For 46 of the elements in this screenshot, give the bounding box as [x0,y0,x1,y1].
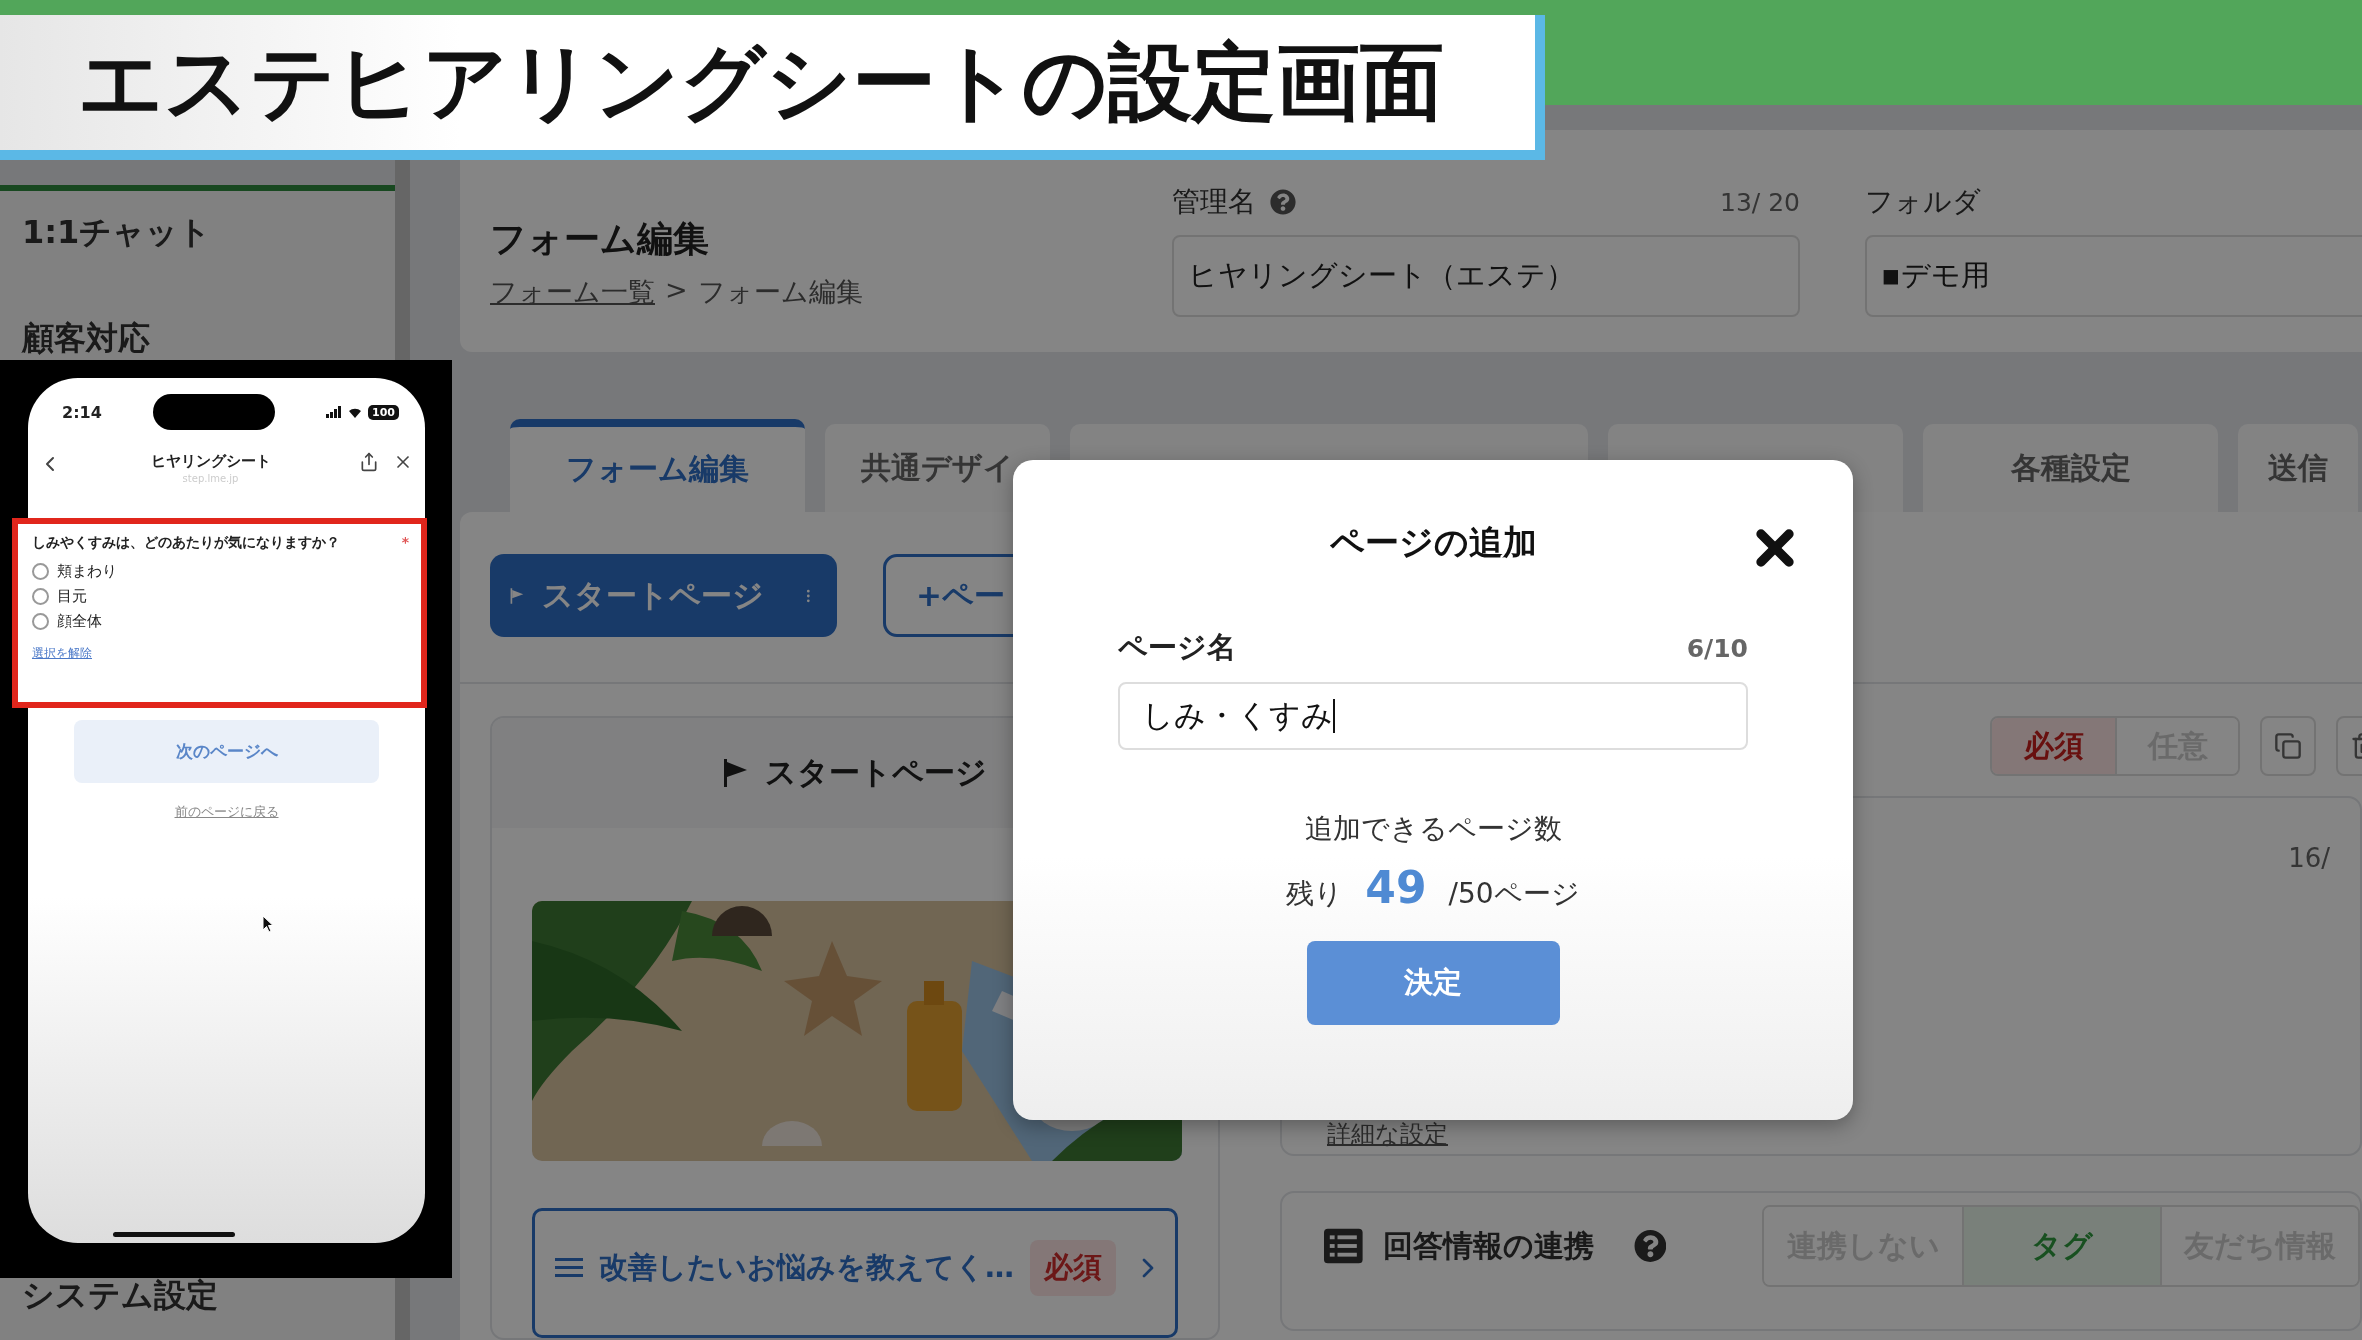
breadcrumb-current: フォーム編集 [697,275,863,309]
breadcrumb-link[interactable]: フォーム一覧 [490,274,655,310]
submit-button[interactable]: 決定 [1306,941,1560,1025]
char-counter: 16/ [2288,843,2330,873]
sidebar-item[interactable]: システム設定 [22,1274,373,1318]
page-title: フォーム編集 [490,217,710,261]
next-page-button[interactable]: 次のページへ [74,720,379,783]
input-field[interactable]: ヒヤリングシート（エステ） [1172,235,1800,317]
tab[interactable]: 各種設定 [1923,424,2218,512]
page-button[interactable]: スタートページ [490,554,837,637]
remaining-label: 残り [1286,876,1344,912]
capacity-label: 追加できるページ数 [1304,811,1562,847]
remaining-count: 49 [1365,862,1427,913]
question-text: しみやくすみは、どのあたりが気になりますか？ [32,534,340,552]
required-badge: 必須 [1030,1240,1116,1296]
required-mark: * [401,534,409,552]
sidebar-item[interactable]: 顧客対応 [22,317,373,361]
section-title: 回答情報の連携 [1382,1226,1594,1265]
toggle-option[interactable]: タグ [1962,1207,2161,1285]
tab[interactable]: 共通デザイ [825,424,1050,512]
char-counter: 6/10 [1686,633,1748,663]
previous-page-link[interactable]: 前のページに戻る [174,803,279,821]
tab[interactable]: フォーム編集 [510,419,805,512]
toggle-option[interactable]: 必須 [1992,718,2115,774]
char-counter: 13/ 20 [1720,187,1800,217]
page-title: ヒヤリングシート [150,452,271,471]
status-time: 2:14 [62,402,102,422]
video-title: エステヒアリングシートの設定画面 [0,15,1545,160]
field-label: フォルダ [1865,184,1981,220]
field-label: 管理名 [1172,184,1256,220]
detail-settings-link[interactable]: 詳細な設定 [1327,1118,1448,1150]
battery-indicator: 100 [368,404,399,420]
option-label: 目元 [57,587,87,606]
field-label: ページ名 [1118,629,1236,666]
breadcrumb-separator: > [665,274,688,307]
question-item[interactable]: 改善したいお悩みを教えてく… 必須 [532,1208,1178,1338]
card-title: スタートページ [765,753,987,792]
sidebar-item[interactable]: 1:1チャット [22,211,373,255]
clear-selection-link[interactable]: 選択を解除 [32,645,92,662]
option-label: 頬まわり [57,562,117,581]
tab[interactable]: 送信 [2238,424,2358,512]
option-label: 顔全体 [57,612,102,631]
page-limit: /50ページ [1448,876,1580,912]
dialog-title: ページの追加 [1328,521,1538,564]
page-name-field[interactable]: しみ・くすみ [1118,682,1748,750]
select-field[interactable]: ▪デモ用 [1865,235,2362,317]
